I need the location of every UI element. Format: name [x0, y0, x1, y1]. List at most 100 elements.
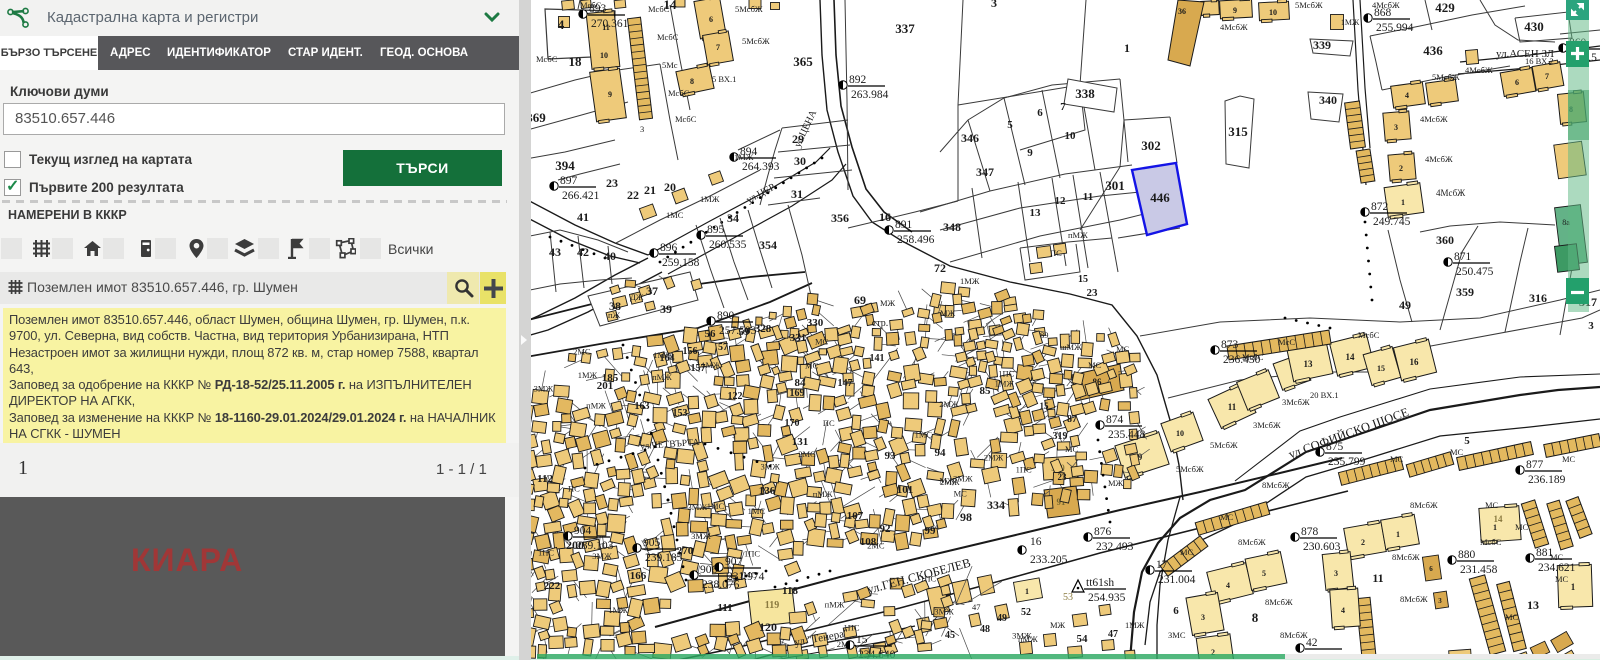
svg-text:15: 15: [1377, 364, 1385, 373]
svg-text:118: 118: [782, 585, 798, 597]
svg-text:МсбС: МсбС: [536, 54, 558, 64]
svg-text:1: 1: [1025, 587, 1029, 596]
svg-text:8МсбЖ: 8МсбЖ: [1262, 480, 1290, 490]
svg-text:стр.: стр.: [872, 318, 888, 329]
svg-text:446: 446: [1150, 190, 1170, 205]
svg-text:23: 23: [1087, 287, 1099, 299]
svg-text:157: 157: [691, 363, 706, 374]
svg-text:5: 5: [1262, 569, 1266, 578]
svg-text:338: 338: [1075, 86, 1095, 101]
svg-text:49: 49: [997, 613, 1007, 624]
svg-text:МС: МС: [1515, 522, 1529, 532]
svg-text:872: 872: [1371, 201, 1389, 213]
svg-text:16: 16: [1410, 357, 1420, 367]
svg-text:319: 319: [1053, 431, 1068, 442]
svg-text:3МЖ: 3МЖ: [534, 383, 554, 393]
svg-text:340: 340: [1319, 93, 1337, 107]
svg-text:337: 337: [895, 21, 915, 36]
svg-text:13: 13: [1030, 207, 1042, 219]
svg-text:МС: МС: [1065, 444, 1079, 454]
svg-text:429: 429: [1435, 0, 1455, 15]
svg-text:1МЖ: 1МЖ: [734, 152, 754, 162]
svg-text:МсбС: МсбС: [1242, 352, 1264, 362]
svg-text:1: 1: [1124, 41, 1130, 55]
svg-text:328: 328: [755, 323, 772, 335]
svg-text:13: 13: [1304, 359, 1314, 369]
svg-text:87: 87: [1067, 414, 1077, 425]
svg-text:231.458: 231.458: [1460, 564, 1498, 576]
svg-text:897: 897: [560, 175, 578, 187]
svg-text:315: 315: [1228, 124, 1248, 139]
svg-text:348: 348: [943, 220, 961, 234]
svg-text:891: 891: [895, 219, 913, 231]
svg-text:1: 1: [1401, 198, 1405, 207]
svg-text:347: 347: [976, 165, 994, 179]
svg-text:359: 359: [1456, 285, 1474, 299]
svg-text:31: 31: [791, 187, 803, 201]
svg-text:5: 5: [1464, 435, 1470, 447]
svg-text:ПС: ПС: [823, 418, 835, 428]
svg-text:МЖ: МЖ: [1108, 478, 1124, 488]
svg-text:5МсбЖ: 5МсбЖ: [1210, 440, 1238, 450]
svg-text:153: 153: [673, 408, 688, 419]
svg-text:37: 37: [646, 284, 658, 298]
svg-text:166: 166: [630, 570, 647, 582]
svg-text:7: 7: [1060, 101, 1066, 113]
svg-text:9: 9: [608, 90, 612, 99]
svg-text:МС: МС: [1505, 612, 1519, 622]
svg-text:316: 316: [1529, 291, 1547, 305]
svg-text:МС: МС: [815, 336, 829, 346]
svg-text:136: 136: [759, 485, 776, 497]
svg-text:354: 354: [759, 238, 777, 252]
svg-text:17: 17: [1156, 559, 1168, 571]
svg-text:4: 4: [1405, 91, 1409, 100]
svg-text:10: 10: [1176, 429, 1184, 438]
svg-text:7: 7: [716, 43, 720, 52]
svg-text:16: 16: [879, 210, 891, 224]
svg-text:436: 436: [1423, 43, 1443, 58]
svg-text:107: 107: [847, 510, 864, 522]
svg-text:48: 48: [980, 624, 990, 635]
svg-text:895: 895: [707, 224, 725, 236]
svg-text:20: 20: [664, 180, 676, 194]
svg-text:1: 1: [1396, 530, 1400, 539]
svg-text:8МсбЖ: 8МсбЖ: [1280, 630, 1308, 640]
svg-text:230.603: 230.603: [1303, 541, 1341, 553]
svg-text:141: 141: [870, 353, 885, 364]
svg-text:ПС: ПС: [1050, 248, 1062, 258]
svg-text:5МсбЖ: 5МсбЖ: [1176, 464, 1204, 474]
svg-text:МЖ: МЖ: [940, 308, 956, 318]
svg-text:430: 430: [1524, 19, 1544, 34]
svg-text:112: 112: [537, 473, 553, 485]
svg-text:МС: МС: [1390, 454, 1404, 464]
svg-text:6: 6: [1515, 78, 1519, 87]
svg-text:6: 6: [1037, 107, 1043, 119]
svg-text:1ПС: 1ПС: [998, 368, 1014, 378]
svg-text:301: 301: [1105, 178, 1125, 193]
svg-text:231.004: 231.004: [1158, 574, 1196, 586]
svg-text:5МсбЖ: 5МсбЖ: [735, 4, 763, 14]
svg-text:250.475: 250.475: [1456, 266, 1494, 278]
svg-text:пМЖ: пМЖ: [825, 600, 845, 610]
svg-text:260.535: 260.535: [709, 239, 747, 251]
svg-text:101: 101: [897, 484, 914, 496]
svg-text:122: 122: [728, 391, 743, 402]
svg-text:3: 3: [991, 0, 997, 10]
svg-text:266.421: 266.421: [562, 190, 600, 202]
svg-text:34: 34: [727, 211, 739, 225]
svg-text:43: 43: [549, 245, 561, 259]
svg-text:8МсбЖ: 8МсбЖ: [1238, 537, 1266, 547]
svg-text:МС: МС: [805, 360, 819, 370]
svg-text:3МЖ: 3МЖ: [688, 502, 708, 512]
svg-text:9: 9: [1233, 6, 1237, 15]
svg-text:235.799: 235.799: [1328, 456, 1366, 468]
svg-text:1МС: 1МС: [915, 429, 933, 439]
svg-text:3: 3: [1588, 320, 1594, 332]
svg-text:ПС: ПС: [568, 483, 580, 493]
svg-text:МС: МС: [1555, 574, 1569, 584]
svg-text:45: 45: [945, 630, 955, 641]
svg-text:1МС: 1МС: [666, 210, 684, 220]
svg-text:57: 57: [718, 342, 728, 353]
svg-text:255.994: 255.994: [1376, 22, 1414, 34]
svg-text:15: 15: [1040, 401, 1050, 411]
